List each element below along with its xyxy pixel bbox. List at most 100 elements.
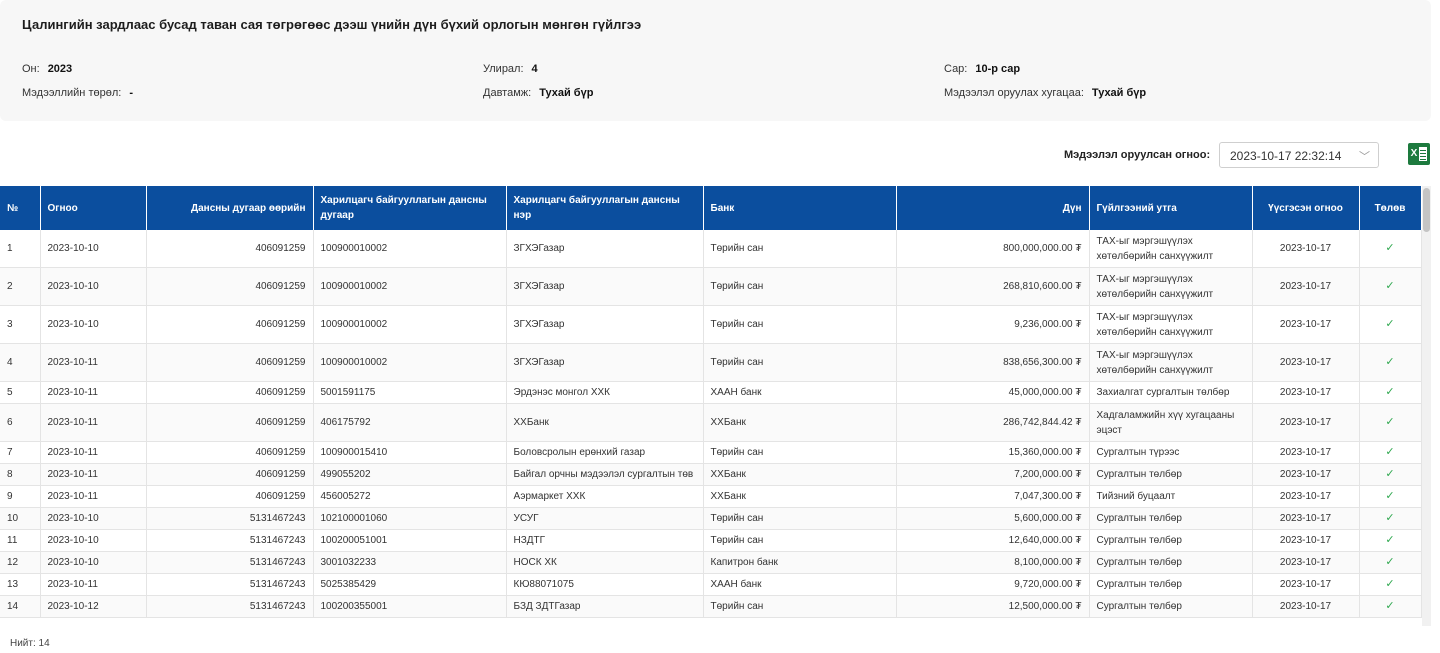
cell-no: 10 [0,507,41,530]
cell-counterparty-account: 3001032233 [313,551,507,574]
cell-purpose: Сургалтын төлбөр [1089,595,1253,618]
cell-counterparty-name: ЗГХЭГазар [506,230,704,268]
cell-bank: Төрийн сан [703,595,897,618]
cell-bank: Төрийн сан [703,441,897,464]
col-header-counterparty-name[interactable]: Харилцагч байгууллагын дансны нэр [506,186,704,230]
col-header-amount[interactable]: Дүн [896,186,1090,230]
cell-created-date: 2023-10-17 [1252,529,1360,552]
cell-created-date: 2023-10-17 [1252,441,1360,464]
scrollbar-thumb[interactable] [1423,188,1430,232]
table-row[interactable]: 11 2023-10-10 5131467243 100200051001 НЗДТГ Т… [0,529,1422,552]
cell-bank: ХААН банк [703,573,897,596]
col-header-no[interactable]: № [0,186,41,230]
cell-date: 2023-10-11 [40,463,147,486]
table-row[interactable]: 7 2023-10-11 406091259 100900015410 Боловсро… [0,441,1422,464]
cell-no: 7 [0,441,41,464]
cell-counterparty-account: 100900010002 [313,267,507,306]
cell-date: 2023-10-11 [40,343,147,382]
cell-own-account: 406091259 [146,381,314,404]
status-check-icon: ✓ [1359,507,1422,530]
status-check-icon: ✓ [1359,595,1422,618]
status-check-icon: ✓ [1359,343,1422,382]
cell-created-date: 2023-10-17 [1252,463,1360,486]
month-value: 10-р сар [975,63,1021,75]
table-row[interactable]: 4 2023-10-11 406091259 100900010002 ЗГХЭГаза… [0,343,1422,382]
col-header-counterparty-account[interactable]: Харилцагч байгууллагын дансны дугаар [313,186,507,230]
cell-no: 11 [0,529,41,552]
field-frequency: Давтамж: Тухай бүр [483,87,593,99]
cell-amount: 838,656,300.00 ₮ [896,343,1090,382]
cell-date: 2023-10-10 [40,267,147,306]
table-row[interactable]: 10 2023-10-10 5131467243 102100001060 УСУГ Тө… [0,507,1422,530]
table-row[interactable]: 5 2023-10-11 406091259 5001591175 Эрдэнэс мо… [0,381,1422,404]
excel-export-button[interactable]: X [1408,143,1430,165]
cell-counterparty-account: 100200355001 [313,595,507,618]
cell-counterparty-name: НОСК ХК [506,551,704,574]
status-check-icon: ✓ [1359,551,1422,574]
frequency-label: Давтамж: [483,87,532,99]
cell-amount: 7,047,300.00 ₮ [896,485,1090,508]
cell-own-account: 406091259 [146,441,314,464]
cell-counterparty-account: 100900010002 [313,305,507,344]
col-header-created-date[interactable]: Үүсгэсэн огноо [1252,186,1360,230]
cell-amount: 45,000,000.00 ₮ [896,381,1090,404]
field-year: Он: 2023 [22,63,72,75]
page-title: Цалингийн зардлаас бусад таван сая төгрө… [22,17,642,32]
info-type-value: - [129,87,133,99]
excel-icon-mark: X [1409,147,1419,161]
year-label: Он: [22,63,40,75]
table-row[interactable]: 3 2023-10-10 406091259 100900010002 ЗГХЭГаза… [0,305,1422,344]
table-row[interactable]: 8 2023-10-11 406091259 499055202 Байгал орчн… [0,463,1422,486]
status-check-icon: ✓ [1359,267,1422,306]
cell-counterparty-name: БЗД ЗДТГазар [506,595,704,618]
cell-counterparty-account: 499055202 [313,463,507,486]
cell-created-date: 2023-10-17 [1252,551,1360,574]
cell-no: 1 [0,230,41,268]
frequency-value: Тухай бүр [539,87,594,99]
table-row[interactable]: 14 2023-10-12 5131467243 100200355001 БЗД ЗД… [0,595,1422,618]
cell-date: 2023-10-11 [40,573,147,596]
cell-created-date: 2023-10-17 [1252,343,1360,382]
col-header-status[interactable]: Төлөв [1359,186,1422,230]
cell-no: 8 [0,463,41,486]
cell-amount: 12,640,000.00 ₮ [896,529,1090,552]
cell-created-date: 2023-10-17 [1252,485,1360,508]
cell-counterparty-name: ЗГХЭГазар [506,343,704,382]
submitted-date-label: Мэдээлэл оруулсан огноо: [1064,149,1211,161]
excel-icon-line [1420,159,1426,160]
field-month: Сар: 10-р сар [944,63,1020,75]
table-row[interactable]: 12 2023-10-10 5131467243 3001032233 НОСК ХК К… [0,551,1422,574]
status-check-icon: ✓ [1359,573,1422,596]
cell-amount: 8,100,000.00 ₮ [896,551,1090,574]
col-header-purpose[interactable]: Гүйлгээний утга [1089,186,1253,230]
quarter-label: Улирал: [483,63,524,75]
cell-purpose: Сургалтын төлбөр [1089,529,1253,552]
table-row[interactable]: 2 2023-10-10 406091259 100900010002 ЗГХЭГаза… [0,267,1422,306]
col-header-bank[interactable]: Банк [703,186,897,230]
table-body: 1 2023-10-10 406091259 100900010002 ЗГХЭГаза… [0,230,1422,618]
table-row[interactable]: 13 2023-10-11 5131467243 5025385429 КЮ880710… [0,573,1422,596]
info-type-label: Мэдээллийн төрөл: [22,87,122,99]
table-scrollbar[interactable] [1422,186,1431,626]
table-row[interactable]: 6 2023-10-11 406091259 406175792 ХХБанк ХХБан… [0,403,1422,442]
field-deadline: Мэдээлэл оруулах хугацаа: Тухай бүр [944,87,1146,99]
cell-counterparty-name: НЗДТГ [506,529,704,552]
field-quarter: Улирал: 4 [483,63,538,75]
month-label: Сар: [944,63,968,75]
cell-date: 2023-10-10 [40,507,147,530]
table-row[interactable]: 9 2023-10-11 406091259 456005272 Аэрмаркет Х… [0,485,1422,508]
col-header-own-account[interactable]: Дансны дугаар өөрийн [146,186,314,230]
table-row[interactable]: 1 2023-10-10 406091259 100900010002 ЗГХЭГаза… [0,230,1422,268]
status-check-icon: ✓ [1359,485,1422,508]
cell-counterparty-account: 100900010002 [313,230,507,268]
cell-counterparty-account: 456005272 [313,485,507,508]
col-header-date[interactable]: Огноо [40,186,147,230]
cell-bank: ХХБанк [703,463,897,486]
cell-counterparty-name: Байгал орчны мэдээлэл сургалтын төв [506,463,704,486]
cell-no: 12 [0,551,41,574]
cell-counterparty-name: Аэрмаркет ХХК [506,485,704,508]
cell-date: 2023-10-11 [40,441,147,464]
cell-counterparty-account: 100900010002 [313,343,507,382]
submitted-date-select[interactable]: 2023-10-17 22:32:14 ﹀ [1219,142,1379,168]
cell-bank: ХААН банк [703,381,897,404]
